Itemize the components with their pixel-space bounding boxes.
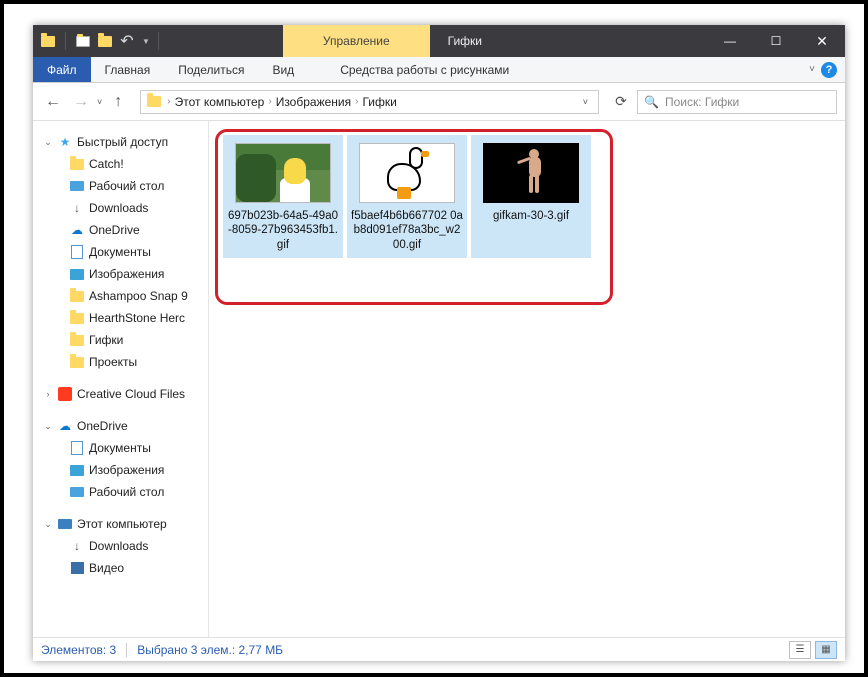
navigation-bar: ← → ˅ ↑ › Этот компьютер › Изображения ›…	[33, 83, 845, 121]
separator	[158, 32, 159, 50]
search-placeholder: Поиск: Гифки	[665, 95, 739, 109]
tab-home[interactable]: Главная	[91, 57, 165, 82]
qat-dropdown-icon[interactable]: ▼	[140, 37, 150, 46]
sidebar-quick-access[interactable]: ⌄★Быстрый доступ	[33, 131, 208, 153]
thumbnail	[233, 139, 333, 207]
tab-view[interactable]: Вид	[258, 57, 308, 82]
ribbon-expand-icon[interactable]: ˅	[809, 64, 815, 75]
file-item[interactable]: 697b023b-64a5-49a0-8059-27b963453fb1.gif	[223, 135, 343, 258]
sidebar-item-documents[interactable]: Документы	[33, 241, 208, 263]
refresh-button[interactable]: ⟳	[609, 90, 633, 114]
breadcrumb-seg[interactable]: Изображения	[276, 95, 351, 109]
folder-icon	[69, 288, 85, 304]
onedrive-icon: ☁	[57, 418, 73, 434]
sidebar-this-pc[interactable]: ⌄Этот компьютер	[33, 513, 208, 535]
file-name: 697b023b-64a5-49a0-8059-27b963453fb1.gif	[223, 207, 343, 258]
titlebar: ↶ ▼ Управление Гифки — ☐ ✕	[33, 25, 845, 57]
back-button[interactable]: ←	[41, 90, 65, 114]
sidebar-item-od-desktop[interactable]: Рабочий стол	[33, 481, 208, 503]
sidebar-item-catch[interactable]: Catch!	[33, 153, 208, 175]
view-thumbnails-button[interactable]: ▦	[815, 641, 837, 659]
file-item[interactable]: gifkam-30-3.gif	[471, 135, 591, 258]
sidebar-item-onedrive[interactable]: ☁OneDrive	[33, 219, 208, 241]
pictures-icon	[69, 266, 85, 282]
pc-icon	[57, 516, 73, 532]
search-icon: 🔍	[644, 95, 659, 109]
folder-icon	[69, 354, 85, 370]
star-icon: ★	[57, 134, 73, 150]
folder-icon	[69, 310, 85, 326]
onedrive-icon: ☁	[69, 222, 85, 238]
undo-icon[interactable]: ↶	[118, 32, 136, 50]
breadcrumb[interactable]: › Этот компьютер › Изображения › Гифки ˅	[140, 90, 599, 114]
status-bar: Элементов: 3 Выбрано 3 элем.: 2,77 МБ ☰ …	[33, 637, 845, 661]
pictures-icon	[69, 462, 85, 478]
folder-icon	[145, 96, 163, 107]
sidebar-item-pc-video[interactable]: Видео	[33, 557, 208, 579]
separator	[126, 643, 127, 657]
status-selection: Выбрано 3 элем.: 2,77 МБ	[137, 643, 283, 657]
folder-icon	[69, 156, 85, 172]
downloads-icon: ↓	[69, 200, 85, 216]
window-title: Гифки	[430, 25, 500, 57]
forward-button[interactable]: →	[69, 90, 93, 114]
file-tab[interactable]: Файл	[33, 57, 91, 82]
documents-icon	[69, 244, 85, 260]
search-input[interactable]: 🔍 Поиск: Гифки	[637, 90, 837, 114]
chevron-right-icon[interactable]: ›	[163, 96, 174, 107]
thumbnail	[357, 139, 457, 207]
chevron-right-icon[interactable]: ›	[264, 96, 275, 107]
maximize-button[interactable]: ☐	[753, 25, 799, 57]
new-folder-icon[interactable]	[96, 32, 114, 50]
context-tab-label: Управление	[283, 25, 430, 57]
sidebar-item-pc-downloads[interactable]: ↓Downloads	[33, 535, 208, 557]
sidebar-onedrive[interactable]: ⌄☁OneDrive	[33, 415, 208, 437]
sidebar-creative-cloud[interactable]: ›Creative Cloud Files	[33, 383, 208, 405]
breadcrumb-dropdown-icon[interactable]: ˅	[577, 97, 594, 107]
folder-icon	[39, 32, 57, 50]
thumbnail	[481, 139, 581, 207]
properties-icon[interactable]	[74, 32, 92, 50]
help-icon[interactable]: ?	[821, 62, 837, 78]
folder-icon	[69, 332, 85, 348]
close-button[interactable]: ✕	[799, 25, 845, 57]
separator	[65, 32, 66, 50]
view-details-button[interactable]: ☰	[789, 641, 811, 659]
file-name: f5baef4b6b667702 0ab8d091ef78a3bc_w200.g…	[347, 207, 467, 258]
tab-share[interactable]: Поделиться	[164, 57, 258, 82]
sidebar-item-desktop[interactable]: Рабочий стол	[33, 175, 208, 197]
file-list[interactable]: 697b023b-64a5-49a0-8059-27b963453fb1.gif…	[209, 121, 845, 637]
documents-icon	[69, 440, 85, 456]
desktop-icon	[69, 178, 85, 194]
status-item-count: Элементов: 3	[41, 643, 116, 657]
chevron-right-icon[interactable]: ›	[351, 96, 362, 107]
downloads-icon: ↓	[69, 538, 85, 554]
ribbon: Файл Главная Поделиться Вид Средства раб…	[33, 57, 845, 83]
breadcrumb-seg[interactable]: Этот компьютер	[175, 95, 265, 109]
minimize-button[interactable]: —	[707, 25, 753, 57]
navigation-pane: ⌄★Быстрый доступ Catch! Рабочий стол ↓Do…	[33, 121, 209, 637]
creative-cloud-icon	[57, 386, 73, 402]
sidebar-item-pictures[interactable]: Изображения	[33, 263, 208, 285]
sidebar-item-hearthstone[interactable]: HearthStone Herc	[33, 307, 208, 329]
sidebar-item-projects[interactable]: Проекты	[33, 351, 208, 373]
sidebar-item-ashampoo[interactable]: Ashampoo Snap 9	[33, 285, 208, 307]
history-dropdown-icon[interactable]: ˅	[97, 97, 102, 107]
explorer-window: ↶ ▼ Управление Гифки — ☐ ✕ Файл Главная …	[33, 25, 845, 661]
file-item[interactable]: f5baef4b6b667702 0ab8d091ef78a3bc_w200.g…	[347, 135, 467, 258]
breadcrumb-seg[interactable]: Гифки	[362, 95, 396, 109]
tab-picture-tools[interactable]: Средства работы с рисунками	[326, 57, 523, 82]
video-icon	[69, 560, 85, 576]
sidebar-item-downloads[interactable]: ↓Downloads	[33, 197, 208, 219]
file-name: gifkam-30-3.gif	[489, 207, 573, 229]
desktop-icon	[69, 484, 85, 500]
sidebar-item-gifki[interactable]: Гифки	[33, 329, 208, 351]
sidebar-item-od-pictures[interactable]: Изображения	[33, 459, 208, 481]
up-button[interactable]: ↑	[106, 90, 130, 114]
sidebar-item-od-documents[interactable]: Документы	[33, 437, 208, 459]
